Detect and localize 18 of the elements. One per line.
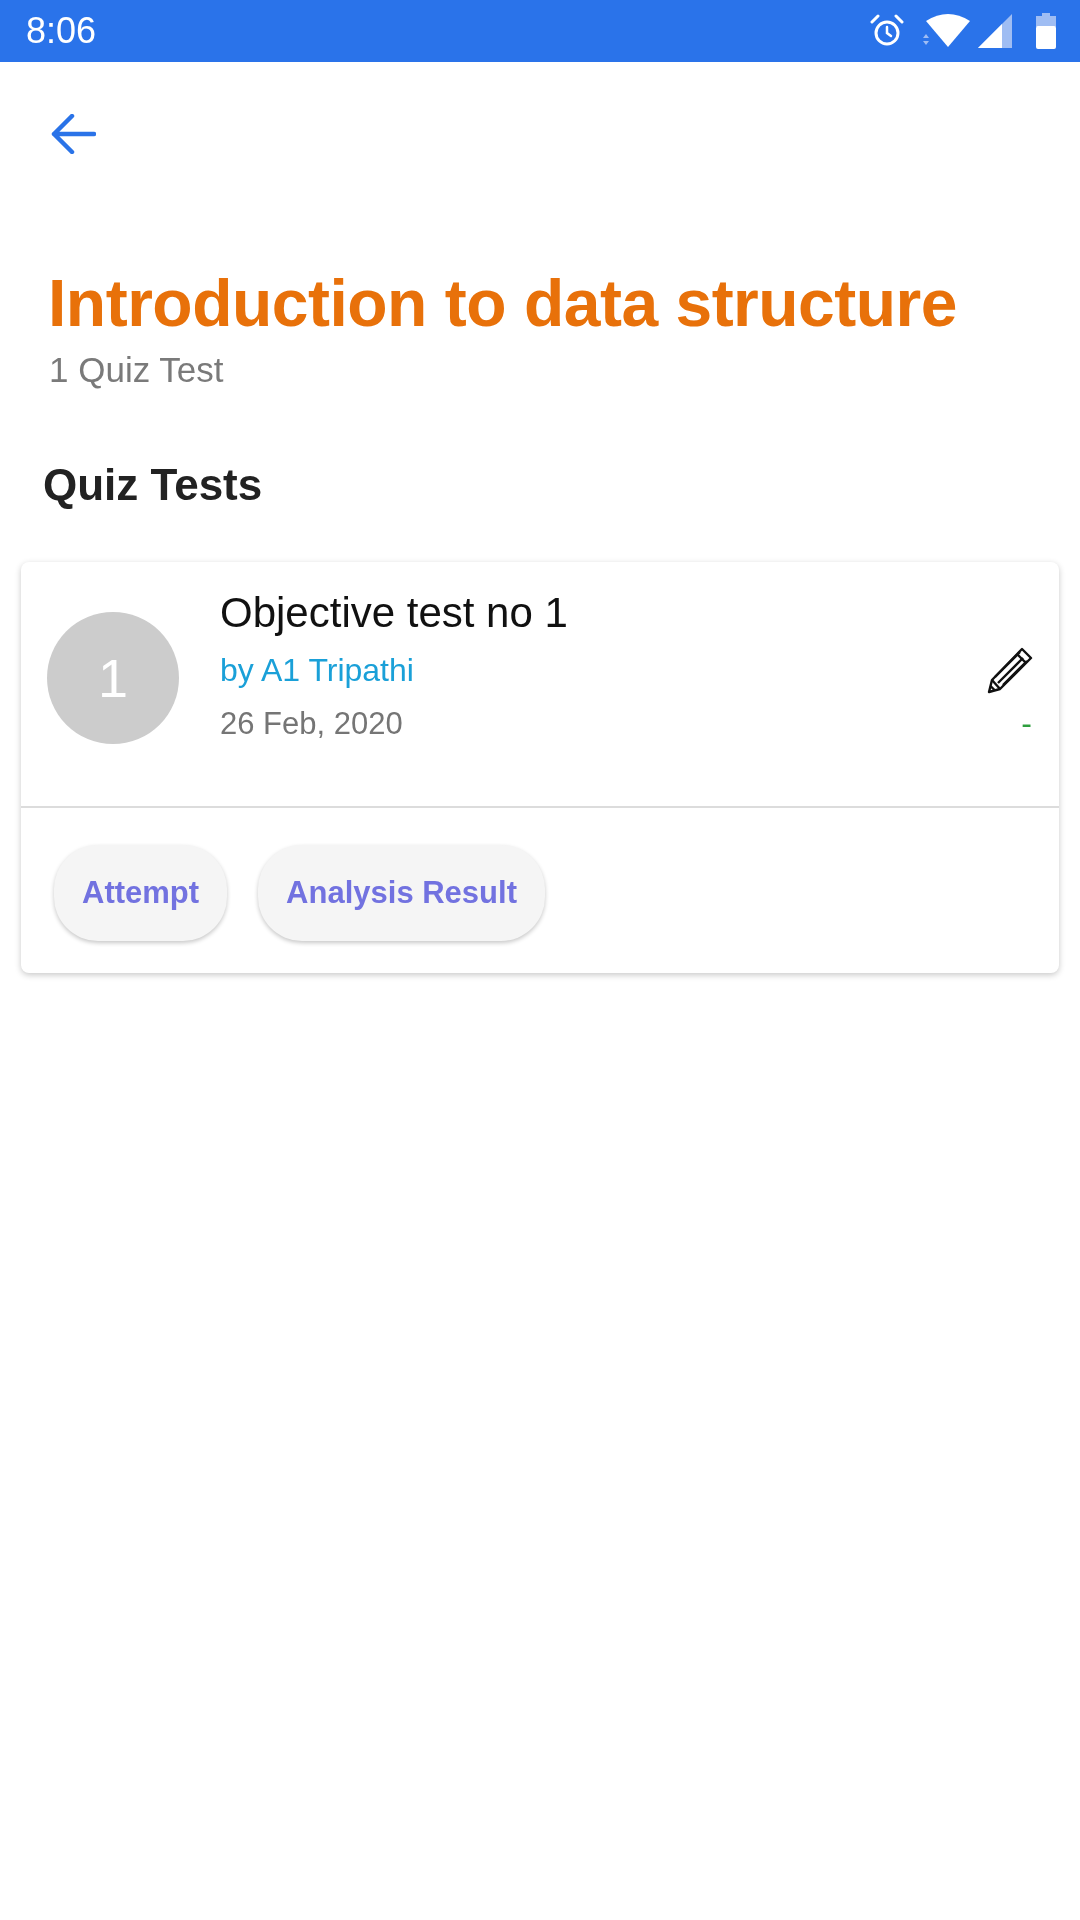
edit-button[interactable] xyxy=(986,646,1034,694)
quiz-date: 26 Feb, 2020 xyxy=(220,705,404,743)
status-time: 8:06 xyxy=(26,10,97,52)
signal-icon xyxy=(978,14,1012,48)
alarm-clock-icon xyxy=(870,14,904,48)
quiz-score: - xyxy=(1021,708,1032,738)
quiz-title: Objective test no 1 xyxy=(220,588,569,638)
back-button[interactable] xyxy=(50,114,96,154)
battery-icon xyxy=(1036,13,1056,49)
back-arrow-icon xyxy=(50,114,96,154)
course-title: Introduction to data structure xyxy=(48,265,958,342)
pencil-icon xyxy=(986,646,1034,694)
wifi-icon xyxy=(922,13,972,49)
quiz-count: 1 Quiz Test xyxy=(49,349,225,391)
quiz-author: by A1 Tripathi xyxy=(220,651,415,690)
action-button[interactable]: Analysis Result xyxy=(258,845,545,941)
section-title: Quiz Tests xyxy=(43,459,264,511)
action-button[interactable]: Attempt xyxy=(54,845,228,941)
